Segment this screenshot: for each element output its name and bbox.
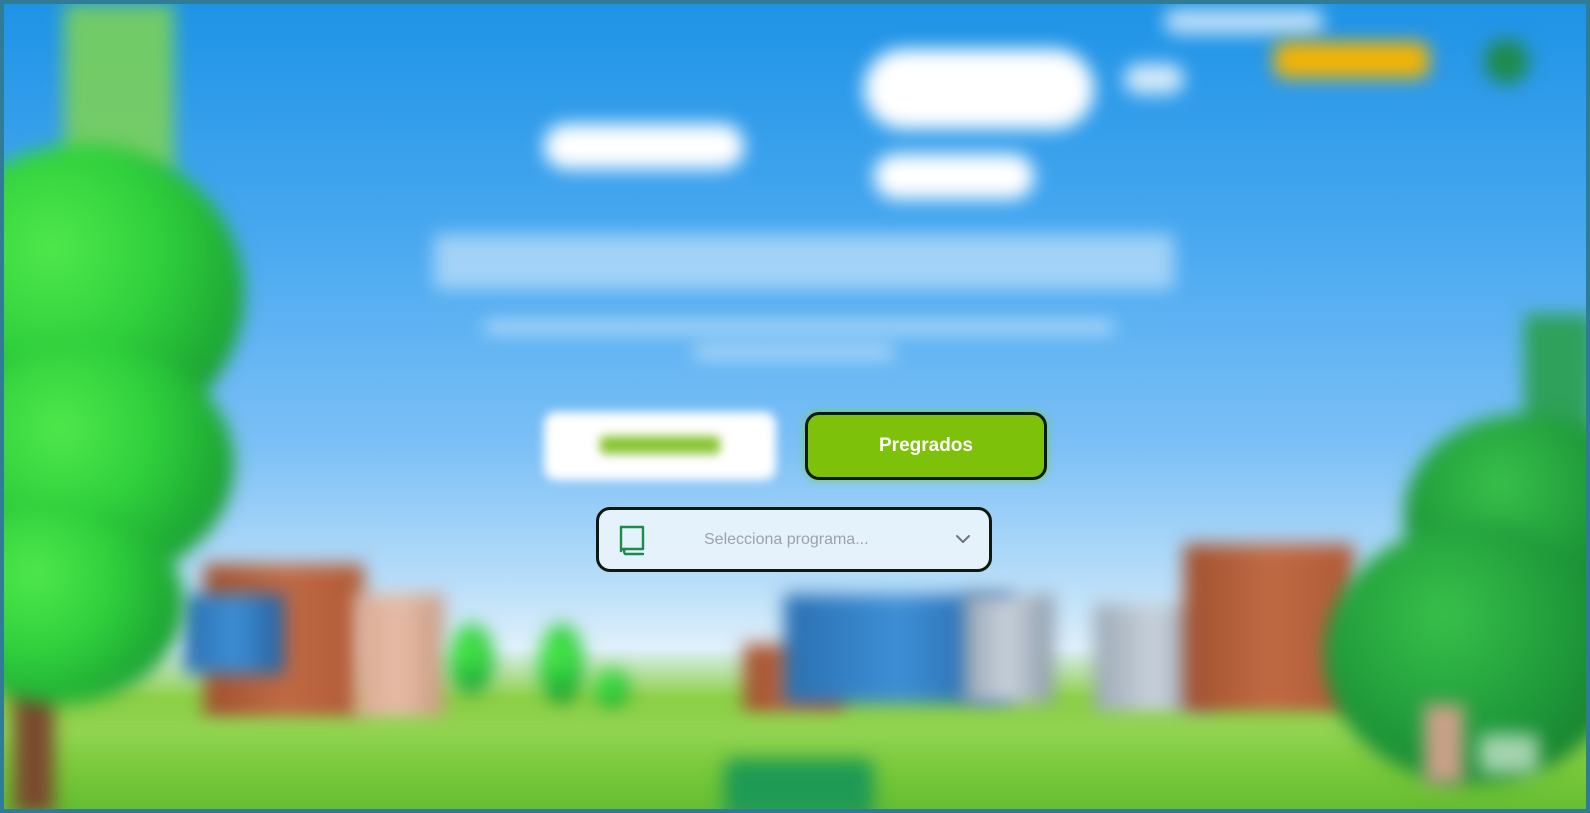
secondary-button-label	[600, 436, 720, 454]
tree	[449, 624, 494, 694]
cloud	[1164, 9, 1324, 34]
blurred-top-button	[1274, 42, 1429, 78]
program-select[interactable]: Selecciona programa...	[596, 507, 992, 572]
blurred-mascot	[1424, 704, 1464, 784]
building	[184, 594, 284, 674]
cloud	[1124, 64, 1184, 94]
blurred-subtitle-line	[694, 347, 894, 357]
tree	[594, 669, 629, 709]
cloud	[544, 124, 744, 169]
building	[964, 594, 1054, 704]
program-select-placeholder: Selecciona programa...	[704, 530, 869, 548]
tree	[539, 624, 584, 704]
blurred-subtitle-line	[484, 322, 1114, 332]
pregrados-button[interactable]: Pregrados	[805, 412, 1047, 480]
landing-page: ​	[0, 0, 1590, 813]
book-icon	[617, 524, 647, 556]
chevron-down-icon	[953, 529, 973, 549]
blurred-hero-title-shape	[434, 234, 1174, 289]
program-type-button-secondary[interactable]	[544, 412, 776, 480]
building	[354, 594, 444, 724]
cloud	[874, 154, 1034, 199]
pathway	[724, 759, 874, 809]
blurred-widget	[1479, 734, 1539, 774]
cloud	[864, 49, 1094, 129]
blurred-menu-icon	[1484, 39, 1529, 84]
